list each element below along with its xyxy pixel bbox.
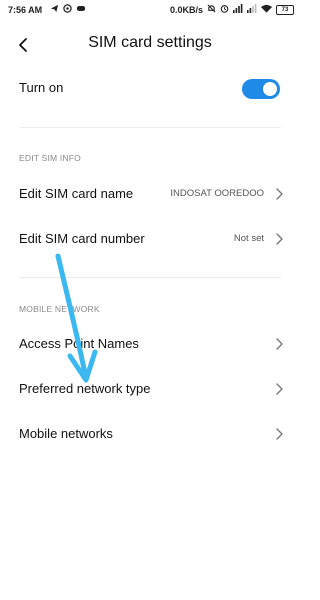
access-point-names-label: Access Point Names bbox=[19, 336, 139, 351]
edit-sim-name-value: INDOSAT OOREDOO bbox=[170, 188, 264, 199]
turn-on-row[interactable]: Turn on bbox=[0, 66, 300, 110]
battery-icon: 73 bbox=[276, 4, 294, 15]
game-icon bbox=[76, 4, 86, 15]
telegram-icon bbox=[50, 4, 59, 15]
chevron-right-icon bbox=[276, 233, 283, 245]
edit-sim-name-row[interactable]: Edit SIM card name INDOSAT OOREDOO bbox=[0, 172, 300, 216]
edit-sim-number-row[interactable]: Edit SIM card number Not set bbox=[0, 217, 300, 261]
status-right: 0.0KB/s 73 bbox=[170, 4, 294, 15]
edit-sim-name-label: Edit SIM card name bbox=[19, 186, 134, 201]
network-speed: 0.0KB/s bbox=[169, 4, 203, 15]
status-time: 7:56 AM bbox=[8, 5, 43, 15]
mute-icon bbox=[207, 4, 216, 15]
signal-icon bbox=[247, 4, 257, 15]
access-point-names-row[interactable]: Access Point Names bbox=[0, 322, 300, 366]
header: SIM card settings bbox=[0, 24, 300, 66]
chevron-right-icon bbox=[276, 188, 283, 200]
chevron-right-icon bbox=[276, 383, 283, 395]
whatsapp-icon bbox=[63, 4, 72, 15]
divider bbox=[19, 277, 281, 278]
preferred-network-type-row[interactable]: Preferred network type bbox=[0, 367, 300, 411]
mobile-networks-row[interactable]: Mobile networks bbox=[0, 412, 300, 456]
divider bbox=[19, 127, 281, 128]
turn-on-toggle[interactable] bbox=[242, 79, 280, 99]
turn-on-label: Turn on bbox=[19, 80, 64, 95]
edit-sim-number-value: Not set bbox=[233, 233, 264, 244]
status-bar: 7:56 AM 0.0KB/s 73 bbox=[0, 0, 300, 22]
page-title: SIM card settings bbox=[88, 34, 212, 51]
mobile-networks-label: Mobile networks bbox=[19, 426, 113, 441]
section-mobile-network: MOBILE NETWORK bbox=[19, 304, 100, 314]
chevron-right-icon bbox=[276, 428, 283, 440]
wifi-icon bbox=[261, 4, 272, 15]
chevron-right-icon bbox=[276, 338, 283, 350]
signal-icon bbox=[233, 4, 243, 15]
section-edit-sim-info: EDIT SIM INFO bbox=[19, 153, 81, 163]
toggle-knob bbox=[263, 82, 277, 96]
preferred-network-type-label: Preferred network type bbox=[19, 381, 151, 396]
notification-icons bbox=[50, 4, 86, 15]
edit-sim-number-label: Edit SIM card number bbox=[19, 231, 145, 246]
alarm-icon bbox=[220, 4, 229, 15]
